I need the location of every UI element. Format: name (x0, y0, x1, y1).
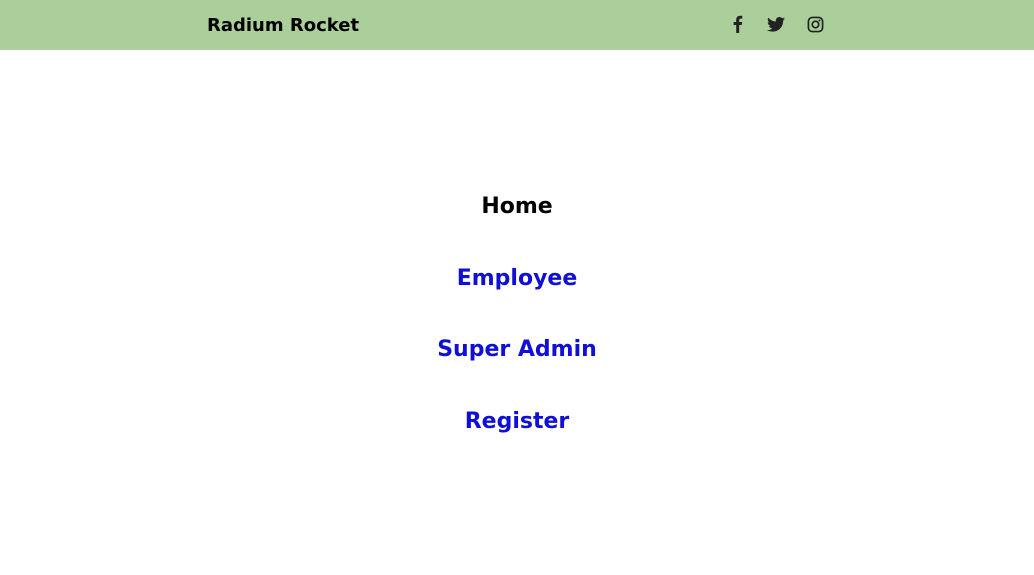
nav-item-employee[interactable]: Employee (0, 262, 1034, 296)
instagram-icon[interactable] (804, 13, 826, 35)
social-links (726, 13, 843, 35)
top-header: Radium Rocket (0, 0, 1034, 50)
nav-item-register[interactable]: Register (0, 405, 1034, 439)
brand-title: Radium Rocket (207, 15, 360, 36)
main-nav: Home Employee Super Admin Register (0, 190, 1034, 476)
nav-item-home: Home (481, 194, 553, 219)
facebook-icon[interactable] (726, 13, 748, 35)
nav-item-super-admin[interactable]: Super Admin (0, 333, 1034, 367)
twitter-icon[interactable] (765, 13, 787, 35)
